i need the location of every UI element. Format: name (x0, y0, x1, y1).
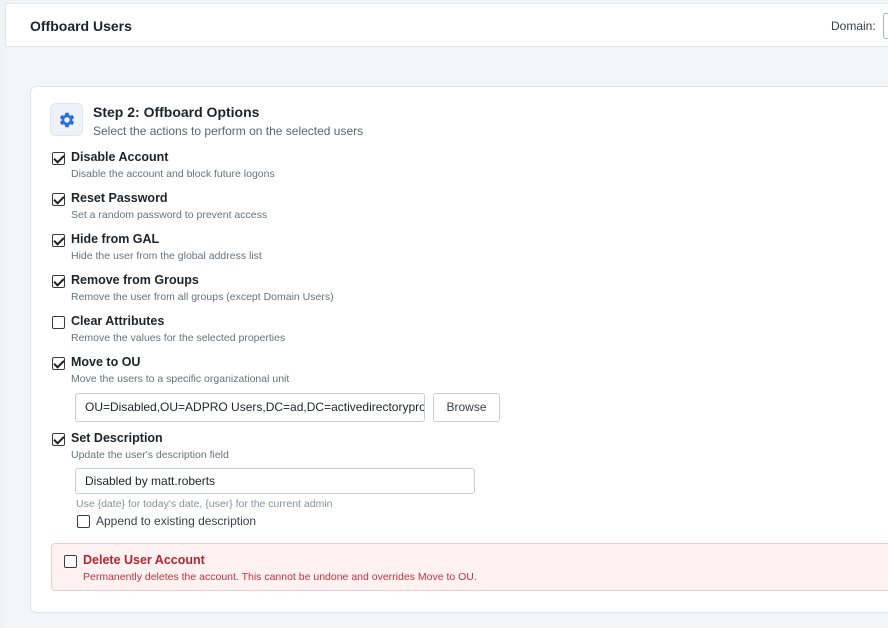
option-title: Remove from Groups (71, 273, 199, 287)
option-title: Move to OU (71, 355, 141, 369)
option-description: Set a random password to prevent access (71, 209, 268, 221)
remove-from-groups-checkbox[interactable] (52, 275, 65, 288)
hide-from-gal-checkbox[interactable] (52, 234, 65, 247)
delete-account-description: Permanently deletes the account. This ca… (83, 571, 477, 583)
option-title: Hide from GAL (71, 232, 160, 246)
top-bar: Offboard Users Domain: (5, 3, 888, 47)
description-input[interactable]: Disabled by matt.roberts (75, 468, 475, 494)
clear-attributes-checkbox[interactable] (52, 316, 65, 329)
step-subtitle: Select the actions to perform on the sel… (93, 124, 364, 138)
option-title: Set Description (71, 431, 163, 445)
domain-select[interactable] (883, 13, 888, 39)
option-title: Clear Attributes (71, 314, 165, 328)
option-description: Move the users to a specific organizatio… (71, 373, 290, 385)
offboard-options-card (30, 86, 888, 613)
option-title: Reset Password (71, 191, 168, 205)
step-icon-box (50, 103, 83, 136)
option-description: Hide the user from the global address li… (71, 250, 262, 262)
description-hint: Use {date} for today's date, {user} for … (76, 498, 333, 510)
disable-account-checkbox[interactable] (52, 152, 65, 165)
move-to-ou-checkbox[interactable] (52, 357, 65, 370)
step-title: Step 2: Offboard Options (93, 104, 260, 120)
append-description-label: Append to existing description (96, 514, 257, 528)
set-description-checkbox[interactable] (52, 433, 65, 446)
domain-label: Domain: (831, 19, 876, 33)
delete-account-checkbox[interactable] (64, 555, 77, 568)
option-description: Remove the user from all groups (except … (71, 291, 334, 303)
option-description: Remove the values for the selected prope… (71, 332, 286, 344)
append-description-checkbox[interactable] (77, 515, 90, 528)
delete-account-panel: Delete User Account Permanently deletes … (51, 543, 888, 591)
option-description: Disable the account and block future log… (71, 168, 275, 180)
reset-password-checkbox[interactable] (52, 193, 65, 206)
delete-account-title: Delete User Account (83, 553, 205, 567)
option-title: Disable Account (71, 150, 169, 164)
target-ou-input[interactable]: OU=Disabled,OU=ADPRO Users,DC=ad,DC=acti… (75, 393, 425, 422)
page-title: Offboard Users (30, 18, 132, 34)
option-description: Update the user's description field (71, 449, 229, 461)
browse-button[interactable]: Browse (433, 393, 500, 422)
gear-icon (59, 112, 74, 127)
